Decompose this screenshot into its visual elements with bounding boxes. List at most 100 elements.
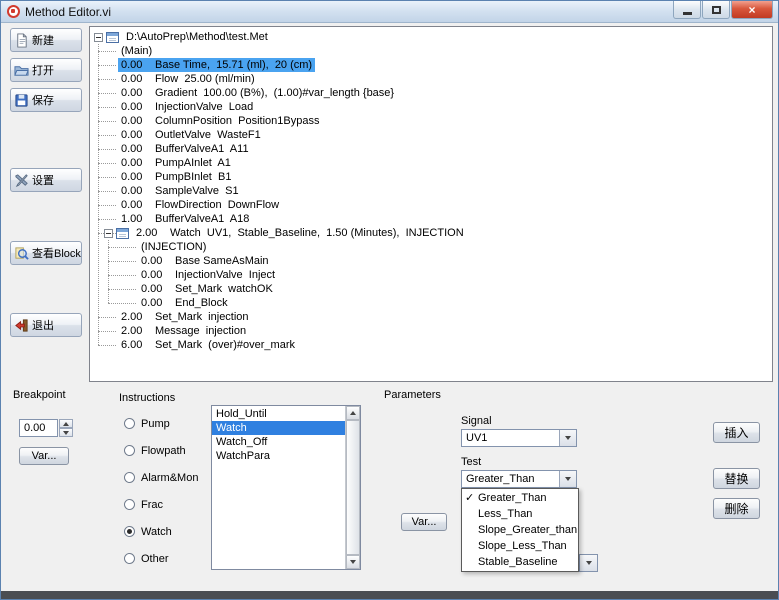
tree-row[interactable]: 0.00Gradient 100.00 (B%), (1.00)#var_len… <box>94 86 772 100</box>
settings-button[interactable]: 设置 <box>10 168 82 192</box>
tree-row[interactable]: 0.00End_Block <box>94 296 772 310</box>
tree-row[interactable]: 2.00Set_Mark injection <box>94 310 772 324</box>
exit-button-label: 退出 <box>32 317 54 333</box>
breakpoint-value[interactable]: 0.00 <box>19 419 58 437</box>
new-button[interactable]: 新建 <box>10 28 82 52</box>
list-scrollbar[interactable] <box>345 406 360 569</box>
dropdown-option[interactable]: ✓Greater_Than <box>462 490 578 506</box>
dropdown-option[interactable]: Less_Than <box>462 506 578 522</box>
list-item[interactable]: Watch_Off <box>212 435 345 449</box>
radio-flowpath[interactable]: Flowpath <box>124 444 186 457</box>
window-bottom-edge <box>1 591 778 599</box>
view-block-icon <box>14 246 29 261</box>
radio-button <box>124 526 135 537</box>
list-item[interactable]: Watch <box>212 421 345 435</box>
tree-row-text: Set_Mark injection <box>155 311 249 323</box>
tree-row-text: (INJECTION) <box>141 241 206 253</box>
insert-button[interactable]: 插入 <box>713 422 760 443</box>
close-icon: × <box>748 3 755 17</box>
collapse-toggle[interactable] <box>94 33 103 42</box>
minimize-button[interactable] <box>673 1 701 19</box>
tree-row[interactable]: 0.00Set_Mark watchOK <box>94 282 772 296</box>
tree-row[interactable]: 0.00PumpBInlet B1 <box>94 170 772 184</box>
tree-row-content: 0.00BufferValveA1 A11 <box>118 142 252 156</box>
dropdown-option[interactable]: Slope_Greater_than <box>462 522 578 538</box>
tree-connector <box>98 135 116 136</box>
test-dropdown[interactable]: Greater_Than <box>461 470 577 488</box>
tree-row[interactable]: 0.00SampleValve S1 <box>94 184 772 198</box>
dropdown-option[interactable]: Stable_Baseline <box>462 554 578 570</box>
tree-row[interactable]: 0.00FlowDirection DownFlow <box>94 198 772 212</box>
tree-row-time: 0.00 <box>121 101 155 113</box>
save-button[interactable]: 保存 <box>10 88 82 112</box>
tree-row[interactable]: 0.00Flow 25.00 (ml/min) <box>94 72 772 86</box>
breakpoint-var-button[interactable]: Var... <box>19 447 69 465</box>
tree-row-time: 0.00 <box>141 255 175 267</box>
open-button[interactable]: 打开 <box>10 58 82 82</box>
collapse-toggle[interactable] <box>104 229 113 238</box>
close-button[interactable]: × <box>731 1 773 19</box>
radio-button <box>124 472 135 483</box>
tree-row[interactable]: 2.00Watch UV1, Stable_Baseline, 1.50 (Mi… <box>94 226 772 240</box>
scroll-thumb[interactable] <box>346 420 360 555</box>
new-document-icon <box>14 33 29 48</box>
title-bar[interactable]: Method Editor.vi × <box>1 1 778 23</box>
tree-row[interactable]: (INJECTION) <box>94 240 772 254</box>
tree-row-time: 2.00 <box>121 311 155 323</box>
hidden-dropdown[interactable] <box>579 554 598 572</box>
tree-row-content: 0.00Base SameAsMain <box>138 254 272 268</box>
tree-row[interactable]: 0.00InjectionValve Load <box>94 100 772 114</box>
tree-root-path: D:\AutoPrep\Method\test.Met <box>126 31 268 43</box>
breakpoint-spinner[interactable]: 0.00 <box>19 419 73 437</box>
tree-row[interactable]: 0.00PumpAInlet A1 <box>94 156 772 170</box>
list-item[interactable]: WatchPara <box>212 449 345 463</box>
dropdown-arrow-button[interactable] <box>559 430 576 446</box>
tree-row[interactable]: (Main) <box>94 44 772 58</box>
tree-connector <box>98 79 116 80</box>
maximize-button[interactable] <box>702 1 730 19</box>
radio-pump[interactable]: Pump <box>124 417 170 430</box>
scroll-up-button[interactable] <box>346 406 360 420</box>
tree-row-text: Watch UV1, Stable_Baseline, 1.50 (Minute… <box>170 227 464 239</box>
tree-row-content: 0.00FlowDirection DownFlow <box>118 198 282 212</box>
tree-row[interactable]: 2.00Message injection <box>94 324 772 338</box>
radio-frac[interactable]: Frac <box>124 498 163 511</box>
tree-row[interactable]: 1.00BufferValveA1 A18 <box>94 212 772 226</box>
breakpoint-group-label: Breakpoint <box>13 389 66 401</box>
delete-button[interactable]: 删除 <box>713 498 760 519</box>
tree-row[interactable]: 0.00OutletValve WasteF1 <box>94 128 772 142</box>
tree-row[interactable]: 0.00ColumnPosition Position1Bypass <box>94 114 772 128</box>
tree-row[interactable]: 0.00Base SameAsMain <box>94 254 772 268</box>
radio-label: Other <box>141 553 169 565</box>
radio-watch[interactable]: Watch <box>124 525 172 538</box>
tree-row[interactable]: 0.00BufferValveA1 A11 <box>94 142 772 156</box>
exit-button[interactable]: 退出 <box>10 313 82 337</box>
replace-button[interactable]: 替换 <box>713 468 760 489</box>
list-item[interactable]: Hold_Until <box>212 407 345 421</box>
tree-connector <box>98 205 116 206</box>
option-label: Less_Than <box>478 508 532 520</box>
spin-down-button[interactable] <box>59 428 73 437</box>
up-arrow-icon <box>63 422 69 426</box>
dropdown-arrow-button[interactable] <box>580 555 597 571</box>
signal-dropdown[interactable]: UV1 <box>461 429 577 447</box>
tree-row[interactable]: 0.00InjectionValve Inject <box>94 268 772 282</box>
tree-connector <box>98 93 116 94</box>
tree-root-row[interactable]: D:\AutoPrep\Method\test.Met <box>94 30 772 44</box>
dropdown-option[interactable]: Slope_Less_Than <box>462 538 578 554</box>
scroll-down-button[interactable] <box>346 555 360 569</box>
view-block-button[interactable]: 查看Block <box>10 241 82 265</box>
new-button-label: 新建 <box>32 32 54 48</box>
radio-alarm-mon[interactable]: Alarm&Mon <box>124 471 198 484</box>
test-value: Greater_Than <box>462 473 559 485</box>
radio-other[interactable]: Other <box>124 552 169 565</box>
radio-label: Watch <box>141 526 172 538</box>
tree-row-text: OutletValve WasteF1 <box>155 129 261 141</box>
parameters-var-button[interactable]: Var... <box>401 513 447 531</box>
tree-row-text: Flow 25.00 (ml/min) <box>155 73 255 85</box>
tree-row-text: Set_Mark watchOK <box>175 283 273 295</box>
spin-up-button[interactable] <box>59 419 73 428</box>
dropdown-arrow-button[interactable] <box>559 471 576 487</box>
tree-row[interactable]: 0.00Base Time, 15.71 (ml), 20 (cm) <box>94 58 772 72</box>
tree-row[interactable]: 6.00Set_Mark (over)#over_mark <box>94 338 772 352</box>
